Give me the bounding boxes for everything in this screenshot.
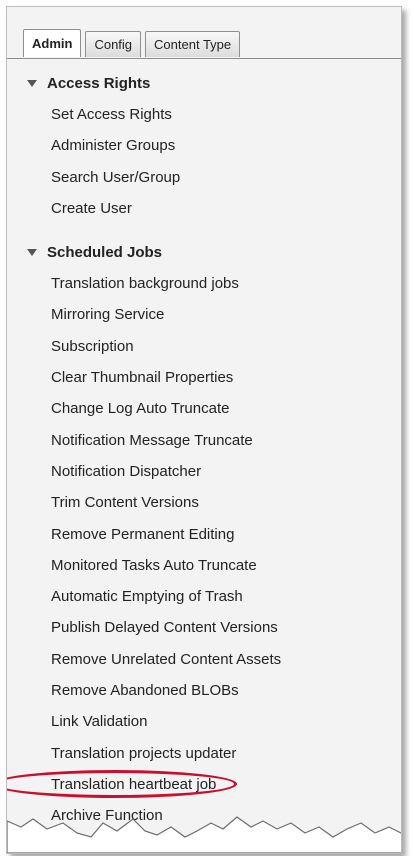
nav-item-link-validation[interactable]: Link Validation xyxy=(7,706,401,737)
nav-item-trim-content-versions[interactable]: Trim Content Versions xyxy=(7,487,401,518)
nav-item-create-user[interactable]: Create User xyxy=(7,193,401,224)
tab-divider xyxy=(7,58,401,59)
nav-item-change-log-auto-truncate[interactable]: Change Log Auto Truncate xyxy=(7,393,401,424)
nav-item-translation-projects-updater[interactable]: Translation projects updater xyxy=(7,738,401,769)
section-access-rights[interactable]: Access Rights xyxy=(7,67,401,99)
nav-item-subscription[interactable]: Subscription xyxy=(7,331,401,362)
nav-item-set-access-rights[interactable]: Set Access Rights xyxy=(7,99,401,130)
section-scheduled-jobs[interactable]: Scheduled Jobs xyxy=(7,236,401,268)
nav-item-remove-abandoned-blobs[interactable]: Remove Abandoned BLOBs xyxy=(7,675,401,706)
nav-item-automatic-emptying-of-trash[interactable]: Automatic Emptying of Trash xyxy=(7,581,401,612)
tab-bar: Admin Config Content Type xyxy=(23,29,241,57)
nav-item-translation-background-jobs[interactable]: Translation background jobs xyxy=(7,268,401,299)
nav-item-remove-permanent-editing[interactable]: Remove Permanent Editing xyxy=(7,519,401,550)
nav-item-administer-groups[interactable]: Administer Groups xyxy=(7,130,401,161)
nav-item-publish-delayed-content-versions[interactable]: Publish Delayed Content Versions xyxy=(7,612,401,643)
nav-item-monitored-tasks-auto-truncate[interactable]: Monitored Tasks Auto Truncate xyxy=(7,550,401,581)
admin-panel: Admin Config Content Type Access Rights … xyxy=(6,6,402,854)
tab-admin[interactable]: Admin xyxy=(23,29,82,57)
tab-content-type[interactable]: Content Type xyxy=(145,31,241,57)
torn-edge-decoration xyxy=(7,816,401,853)
nav-item-mirroring-service[interactable]: Mirroring Service xyxy=(7,299,401,330)
nav-item-remove-unrelated-content-assets[interactable]: Remove Unrelated Content Assets xyxy=(7,644,401,675)
expand-triangle-icon xyxy=(27,79,37,87)
admin-nav: Access Rights Set Access Rights Administ… xyxy=(7,67,401,832)
tab-config[interactable]: Config xyxy=(85,31,142,57)
section-title: Access Rights xyxy=(47,74,151,92)
section-title: Scheduled Jobs xyxy=(47,243,163,261)
nav-item-search-user-group[interactable]: Search User/Group xyxy=(7,162,401,193)
expand-triangle-icon xyxy=(27,248,37,256)
nav-item-notification-message-truncate[interactable]: Notification Message Truncate xyxy=(7,425,401,456)
nav-item-clear-thumbnail-properties[interactable]: Clear Thumbnail Properties xyxy=(7,362,401,393)
nav-item-notification-dispatcher[interactable]: Notification Dispatcher xyxy=(7,456,401,487)
